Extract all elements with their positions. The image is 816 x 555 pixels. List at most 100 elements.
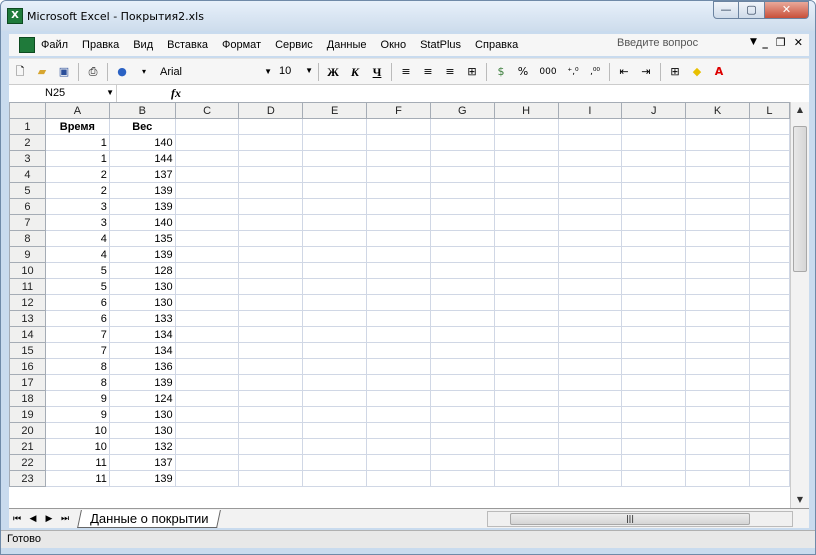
- cell-j12[interactable]: [621, 294, 687, 311]
- cell-h6[interactable]: [493, 198, 559, 215]
- cell-e22[interactable]: [302, 454, 368, 471]
- cell-c8[interactable]: [174, 230, 240, 247]
- cell-b1[interactable]: Вес: [108, 118, 176, 135]
- cell-e3[interactable]: [302, 150, 368, 167]
- row-header[interactable]: 2: [9, 134, 46, 151]
- cell-a6[interactable]: 3: [44, 198, 110, 215]
- row-header[interactable]: 19: [9, 406, 46, 423]
- cell-l15[interactable]: [748, 342, 790, 359]
- cell-g14[interactable]: [429, 326, 495, 343]
- column-header-b[interactable]: B: [108, 102, 176, 119]
- cell-g20[interactable]: [429, 422, 495, 439]
- cell-e19[interactable]: [302, 406, 368, 423]
- prev-sheet-icon[interactable]: ◀: [25, 514, 41, 524]
- cell-h9[interactable]: [493, 246, 559, 263]
- vertical-scrollbar[interactable]: ▲ ▼: [790, 102, 809, 508]
- cell-g19[interactable]: [429, 406, 495, 423]
- cell-j5[interactable]: [621, 182, 687, 199]
- bold-button[interactable]: Ж: [325, 64, 341, 80]
- cell-g12[interactable]: [429, 294, 495, 311]
- row-header[interactable]: 4: [9, 166, 46, 183]
- cell-e12[interactable]: [302, 294, 368, 311]
- cell-a14[interactable]: 7: [44, 326, 110, 343]
- row-header[interactable]: 22: [9, 454, 46, 471]
- cell-f15[interactable]: [366, 342, 431, 359]
- cell-g22[interactable]: [429, 454, 495, 471]
- cell-i13[interactable]: [557, 310, 623, 327]
- cell-f8[interactable]: [366, 230, 431, 247]
- cell-c23[interactable]: [174, 470, 240, 487]
- cell-h4[interactable]: [493, 166, 559, 183]
- cell-k14[interactable]: [685, 326, 750, 343]
- cell-e5[interactable]: [302, 182, 368, 199]
- cell-i14[interactable]: [557, 326, 623, 343]
- cell-d9[interactable]: [238, 246, 304, 263]
- horizontal-scroll-thumb[interactable]: |||: [510, 513, 750, 525]
- cell-d18[interactable]: [238, 390, 304, 407]
- cell-i17[interactable]: [557, 374, 623, 391]
- cell-b17[interactable]: 139: [108, 374, 176, 391]
- cell-l10[interactable]: [748, 262, 790, 279]
- cell-d22[interactable]: [238, 454, 304, 471]
- cell-i11[interactable]: [557, 278, 623, 295]
- cell-k1[interactable]: [685, 118, 750, 135]
- row-header[interactable]: 18: [9, 390, 46, 407]
- new-document-icon[interactable]: 🗋: [12, 64, 28, 80]
- cell-h11[interactable]: [493, 278, 559, 295]
- cell-k2[interactable]: [685, 134, 750, 151]
- workbook-icon[interactable]: [19, 37, 35, 53]
- cell-e14[interactable]: [302, 326, 368, 343]
- cell-i6[interactable]: [557, 198, 623, 215]
- scroll-up-icon[interactable]: ▲: [791, 102, 809, 118]
- cell-k6[interactable]: [685, 198, 750, 215]
- cell-c15[interactable]: [174, 342, 240, 359]
- cell-c3[interactable]: [174, 150, 240, 167]
- row-header[interactable]: 17: [9, 374, 46, 391]
- row-header[interactable]: 14: [9, 326, 46, 343]
- cell-l16[interactable]: [748, 358, 790, 375]
- cell-b21[interactable]: 132: [108, 438, 176, 455]
- column-header-a[interactable]: A: [44, 102, 110, 119]
- cell-h1[interactable]: [493, 118, 559, 135]
- print-icon[interactable]: ⎙: [85, 64, 101, 80]
- underline-button[interactable]: Ч: [369, 64, 385, 80]
- save-icon[interactable]: ▣: [56, 64, 72, 80]
- worksheet-grid[interactable]: ABCDEFGHIJKL 1 Время Вес 2 1 140 3 1 144 4 2 137 5 2 1…: [9, 102, 790, 508]
- cell-c1[interactable]: [174, 118, 240, 135]
- cell-f5[interactable]: [366, 182, 431, 199]
- cell-b14[interactable]: 134: [108, 326, 176, 343]
- cell-k5[interactable]: [685, 182, 750, 199]
- cell-j18[interactable]: [621, 390, 687, 407]
- cell-k22[interactable]: [685, 454, 750, 471]
- cell-f23[interactable]: [366, 470, 431, 487]
- column-header-k[interactable]: K: [685, 102, 750, 119]
- cell-h2[interactable]: [493, 134, 559, 151]
- row-header[interactable]: 9: [9, 246, 46, 263]
- cell-j11[interactable]: [621, 278, 687, 295]
- cell-a8[interactable]: 4: [44, 230, 110, 247]
- cell-c18[interactable]: [174, 390, 240, 407]
- open-folder-icon[interactable]: ▰: [34, 64, 50, 80]
- cell-h7[interactable]: [493, 214, 559, 231]
- cell-f2[interactable]: [366, 134, 431, 151]
- cell-d17[interactable]: [238, 374, 304, 391]
- cell-a1[interactable]: Время: [44, 118, 110, 135]
- row-header[interactable]: 23: [9, 470, 46, 487]
- cell-k7[interactable]: [685, 214, 750, 231]
- cell-b11[interactable]: 130: [108, 278, 176, 295]
- cell-h12[interactable]: [493, 294, 559, 311]
- cell-c17[interactable]: [174, 374, 240, 391]
- cell-l8[interactable]: [748, 230, 790, 247]
- cell-a21[interactable]: 10: [44, 438, 110, 455]
- cell-a13[interactable]: 6: [44, 310, 110, 327]
- cell-g7[interactable]: [429, 214, 495, 231]
- cell-a7[interactable]: 3: [44, 214, 110, 231]
- row-header[interactable]: 16: [9, 358, 46, 375]
- cell-d11[interactable]: [238, 278, 304, 295]
- formula-input[interactable]: [189, 86, 809, 102]
- menu-insert[interactable]: Вставка: [167, 39, 208, 51]
- cell-h14[interactable]: [493, 326, 559, 343]
- cell-b10[interactable]: 128: [108, 262, 176, 279]
- cell-k20[interactable]: [685, 422, 750, 439]
- cell-c11[interactable]: [174, 278, 240, 295]
